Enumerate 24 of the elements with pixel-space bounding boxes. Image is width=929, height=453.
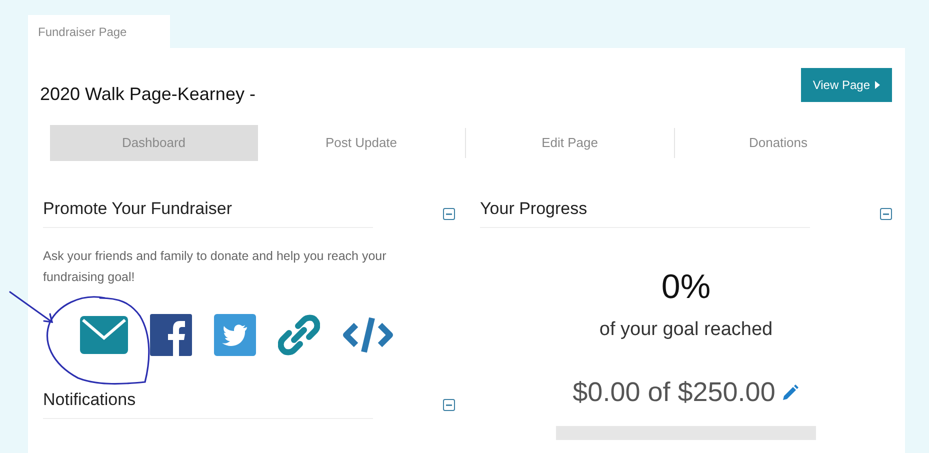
collapse-icon[interactable] [443,398,455,410]
view-page-button[interactable]: View Page [800,68,892,102]
section-title: Promote Your Fundraiser [43,199,373,228]
section-title: Notifications [43,390,373,419]
code-icon[interactable] [342,315,394,355]
nav-tab[interactable]: Donations [674,125,882,161]
caret-icon [875,80,880,88]
promote-description: Ask your friends and family to donate and help you reach your fundraising goal! [43,248,388,286]
envelope-icon[interactable] [80,316,128,354]
page-tab[interactable]: Fundraiser Page [28,15,170,48]
collapse-icon[interactable] [443,208,455,220]
twitter-icon[interactable] [214,314,256,356]
section-title: Your Progress [480,199,810,228]
nav-tab[interactable]: Edit Page [466,125,674,161]
goal-amount: $0.00 of $250.00 [572,377,776,408]
nav-tab[interactable]: Post Update [258,125,465,161]
facebook-icon[interactable] [150,314,192,356]
link-icon[interactable] [278,314,320,356]
progress-percent: 0% [661,268,711,307]
page-title: 2020 Walk Page-Kearney - [40,84,256,105]
progress-caption: of your goal reached [599,319,773,341]
collapse-icon[interactable] [880,208,892,220]
pencil-icon[interactable] [781,384,800,402]
nav-tab[interactable]: Dashboard [50,125,258,161]
